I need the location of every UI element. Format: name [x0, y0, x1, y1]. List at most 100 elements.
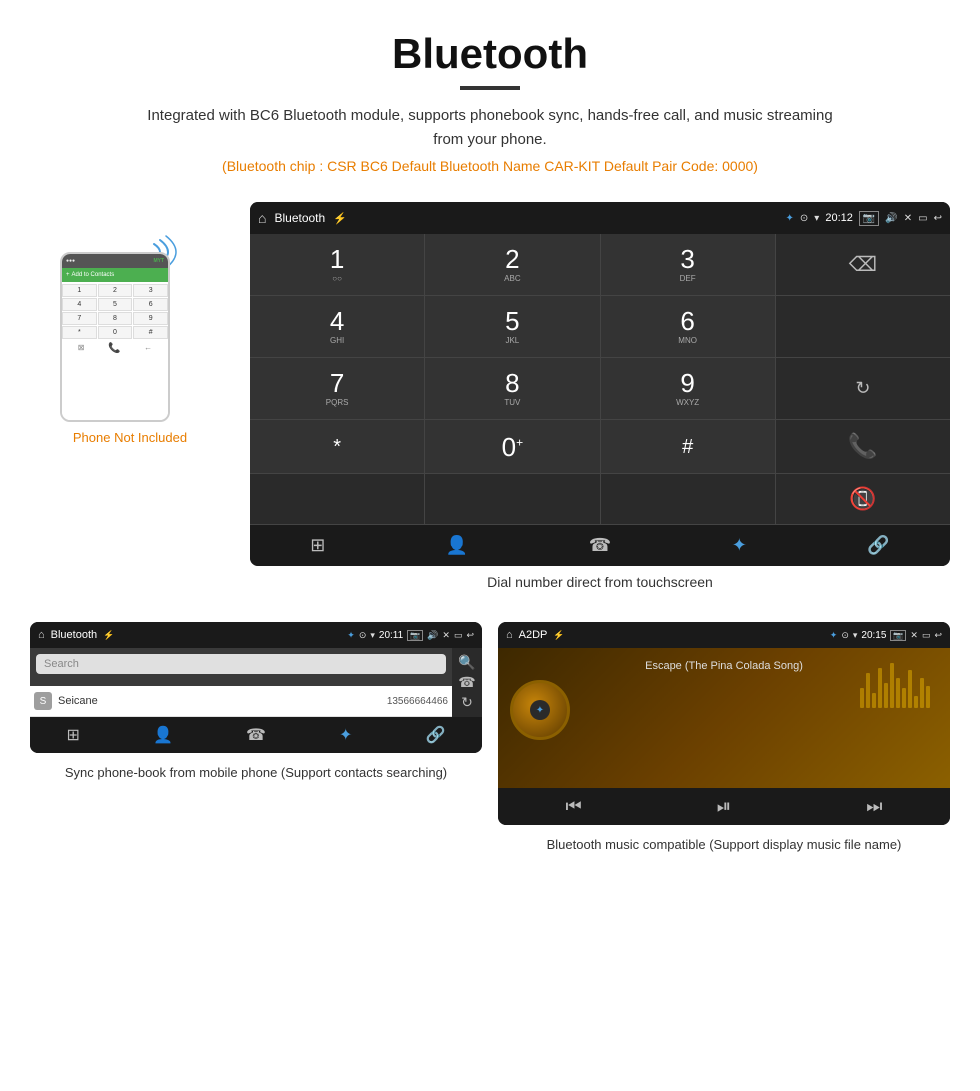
camera-icon[interactable]: 📷 [859, 211, 879, 226]
page-container: Bluetooth Integrated with BC6 Bluetooth … [0, 0, 980, 875]
search-area: Search [30, 648, 452, 686]
reload-sidebar-icon[interactable]: ↻ [461, 694, 473, 711]
dial-key-empty-2 [776, 296, 950, 357]
hangup-icon: 📵 [849, 486, 876, 512]
call-icon[interactable]: 📞 [848, 432, 878, 461]
dial-key-5[interactable]: 5 JKL [425, 296, 599, 357]
page-description: Integrated with BC6 Bluetooth module, su… [140, 104, 840, 152]
pb-dialpad-icon[interactable]: ⊞ [67, 725, 80, 745]
music-close-icon[interactable]: ✕ [910, 630, 918, 641]
phone-sidebar-icon[interactable]: ☎ [458, 674, 475, 691]
music-controls: ⏮ ⏯ ⏭ [498, 788, 950, 825]
pb-calls-icon[interactable]: ☎ [246, 725, 266, 745]
contacts-tab-icon[interactable]: 👤 [446, 535, 468, 556]
music-usb-icon: ⚡ [553, 630, 564, 641]
phone-not-included-label: Phone Not Included [73, 430, 187, 445]
back-icon[interactable]: ↩ [934, 213, 942, 224]
phonebook-camera-icon[interactable]: 📷 [407, 630, 423, 641]
dial-key-star[interactable]: * [250, 420, 424, 473]
phonebook-back-icon[interactable]: ↩ [466, 630, 474, 641]
music-win-icon[interactable]: ▭ [922, 630, 931, 641]
phonebook-close-icon[interactable]: ✕ [442, 630, 450, 641]
dial-key-0[interactable]: 0+ [425, 420, 599, 473]
music-album-art: ✦ [510, 680, 570, 740]
dial-key-reload[interactable]: ↻ [776, 358, 950, 419]
dial-key-hangup[interactable]: 📵 [776, 474, 950, 524]
dial-key-empty-3: 📞 [776, 420, 950, 473]
phonebook-contact[interactable]: S Seicane 13566664466 [30, 686, 452, 717]
dial-key-empty-4 [250, 474, 424, 524]
close-icon[interactable]: ✕ [904, 213, 912, 224]
phone-home-area [62, 420, 168, 422]
dial-key-2[interactable]: 2 ABC [425, 234, 599, 295]
phonebook-panel: ⌂ Bluetooth ⚡ ✦ ⊙ ▾ 20:11 📷 🔊 ✕ ▭ ↩ [30, 622, 482, 855]
dial-key-hash[interactable]: # [601, 420, 775, 473]
dial-key-8[interactable]: 8 TUV [425, 358, 599, 419]
home-icon[interactable]: ⌂ [258, 210, 266, 226]
phonebook-signal-icon: ▾ [370, 630, 375, 641]
page-specs: (Bluetooth chip : CSR BC6 Default Blueto… [20, 158, 960, 174]
search-sidebar-icon[interactable]: 🔍 [458, 654, 475, 671]
bottom-panels: ⌂ Bluetooth ⚡ ✦ ⊙ ▾ 20:11 📷 🔊 ✕ ▭ ↩ [0, 622, 980, 875]
dialpad-tab-icon[interactable]: ⊞ [310, 535, 325, 556]
pb-contacts-icon[interactable]: 👤 [153, 725, 173, 745]
phonebook-screen: ⌂ Bluetooth ⚡ ✦ ⊙ ▾ 20:11 📷 🔊 ✕ ▭ ↩ [30, 622, 482, 753]
volume-icon[interactable]: 🔊 [885, 213, 897, 224]
phonebook-location-icon: ⊙ [359, 630, 367, 641]
dial-key-4[interactable]: 4 GHI [250, 296, 424, 357]
signal-icon: ▾ [814, 213, 819, 224]
phonebook-vol-icon[interactable]: 🔊 [427, 630, 438, 641]
play-pause-button[interactable]: ⏯ [717, 796, 731, 817]
prev-button[interactable]: ⏮ [566, 796, 582, 817]
phonebook-caption: Sync phone-book from mobile phone (Suppo… [65, 763, 447, 783]
dial-key-empty-5 [425, 474, 599, 524]
bluetooth-tab-icon[interactable]: ✦ [732, 535, 747, 556]
next-button[interactable]: ⏭ [866, 796, 882, 817]
phone-section: ⨷ [30, 202, 230, 445]
music-song-title: Escape (The Pina Colada Song) [645, 660, 803, 672]
dial-key-3[interactable]: 3 DEF [601, 234, 775, 295]
phonebook-title: Bluetooth [51, 629, 97, 641]
calls-tab-icon[interactable]: ☎ [589, 535, 611, 556]
phonebook-topbar: ⌂ Bluetooth ⚡ ✦ ⊙ ▾ 20:11 📷 🔊 ✕ ▭ ↩ [30, 622, 482, 648]
dialpad-grid: 1 ○○ 2 ABC 3 DEF ⌫ [250, 234, 950, 524]
dial-key-9[interactable]: 9 WXYZ [601, 358, 775, 419]
pb-link-icon[interactable]: 🔗 [426, 725, 446, 745]
music-bt-icon: ✦ [830, 630, 838, 641]
dial-key-7[interactable]: 7 PQRS [250, 358, 424, 419]
phone-body: ●●● MYT + Add to Contacts 1 2 3 [60, 252, 170, 422]
dial-bottom-bar: ⊞ 👤 ☎ ✦ 🔗 [250, 524, 950, 566]
phonebook-usb-icon: ⚡ [103, 630, 114, 641]
music-content: Escape (The Pina Colada Song) ✦ [498, 648, 950, 788]
main-area: ⨷ [0, 202, 980, 606]
music-caption: Bluetooth music compatible (Support disp… [547, 835, 902, 855]
dial-key-1[interactable]: 1 ○○ [250, 234, 424, 295]
window-icon[interactable]: ▭ [918, 213, 927, 224]
dial-key-empty-6 [601, 474, 775, 524]
dial-screen: ⌂ Bluetooth ⚡ ✦ ⊙ ▾ 20:12 📷 🔊 ✕ ▭ ↩ [250, 202, 950, 566]
dial-screen-section: ⌂ Bluetooth ⚡ ✦ ⊙ ▾ 20:12 📷 🔊 ✕ ▭ ↩ [250, 202, 950, 606]
contact-name: Seicane [58, 695, 387, 707]
contact-number: 13566664466 [387, 696, 448, 707]
dial-key-empty-1: ⌫ [776, 234, 950, 295]
reload-icon: ↻ [855, 378, 870, 399]
phone-dialpad: 1 2 3 4 5 6 7 8 9 * 0 # [62, 284, 168, 339]
dial-topbar: ⌂ Bluetooth ⚡ ✦ ⊙ ▾ 20:12 📷 🔊 ✕ ▭ ↩ [250, 202, 950, 234]
backspace-icon[interactable]: ⌫ [849, 252, 877, 277]
music-title: A2DP [519, 629, 548, 641]
pb-bt-icon[interactable]: ✦ [339, 725, 352, 745]
location-icon: ⊙ [800, 213, 808, 224]
music-signal-icon: ▾ [853, 630, 858, 641]
dial-key-6[interactable]: 6 MNO [601, 296, 775, 357]
music-equalizer [860, 658, 930, 708]
phonebook-home-icon[interactable]: ⌂ [38, 629, 45, 641]
phonebook-search[interactable]: Search [36, 654, 446, 674]
phonebook-win-icon[interactable]: ▭ [454, 630, 463, 641]
music-home-icon[interactable]: ⌂ [506, 629, 513, 641]
music-camera-icon[interactable]: 📷 [890, 630, 906, 641]
music-back-icon[interactable]: ↩ [934, 630, 942, 641]
music-time: 20:15 [861, 630, 886, 641]
dial-caption: Dial number direct from touchscreen [250, 574, 950, 590]
link-tab-icon[interactable]: 🔗 [867, 535, 889, 556]
phone-call-buttons: ⊠ 📞 ← [62, 339, 168, 358]
